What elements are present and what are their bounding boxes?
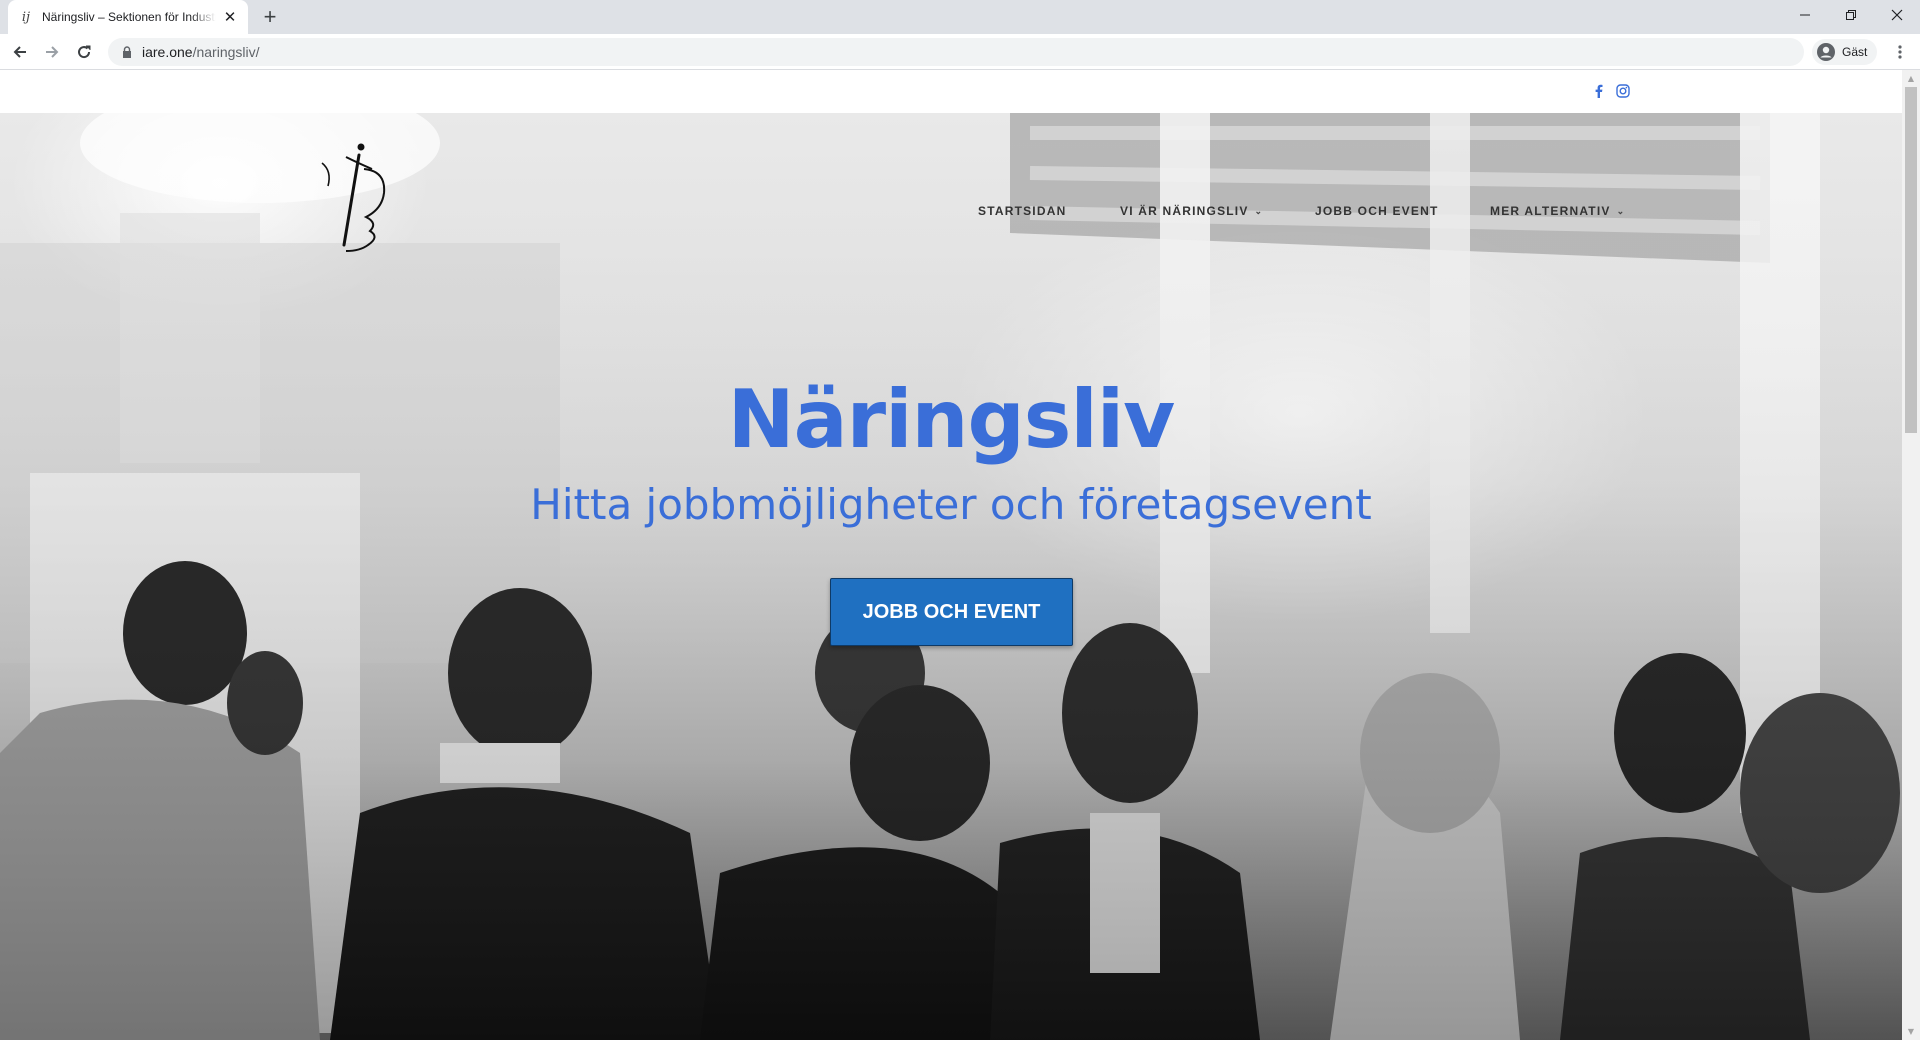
restore-icon (1846, 10, 1856, 20)
window-restore-button[interactable] (1828, 0, 1874, 30)
url-host: iare.one (142, 44, 193, 60)
url-path: /naringsliv/ (192, 44, 260, 60)
nav-item-label: STARTSIDAN (978, 204, 1067, 218)
lock-icon (120, 45, 134, 59)
site-favicon-icon: ij (21, 9, 31, 25)
vertical-scrollbar[interactable]: ▲ ▼ (1902, 70, 1920, 1040)
url-text: iare.one/naringsliv/ (142, 44, 260, 60)
chevron-down-icon: ⌄ (1254, 205, 1264, 216)
hero-section: STARTSIDAN VI ÄR NÄRINGSLIV ⌄ JOBB OCH E… (0, 113, 1902, 1040)
browser-toolbar: iare.one/naringsliv/ Gäst (0, 34, 1920, 70)
nav-item-vi-ar-naringsliv[interactable]: VI ÄR NÄRINGSLIV ⌄ (1120, 201, 1263, 221)
scroll-up-arrow-icon[interactable]: ▲ (1902, 70, 1920, 87)
jobb-och-event-button[interactable]: JOBB OCH EVENT (830, 578, 1073, 646)
new-tab-button[interactable]: + (258, 4, 282, 29)
site-logo[interactable] (318, 141, 390, 259)
browser-menu-button[interactable] (1888, 40, 1912, 64)
minimize-icon (1800, 14, 1810, 16)
chevron-down-icon: ⌄ (1616, 205, 1626, 216)
nav-item-mer-alternativ[interactable]: MER ALTERNATIV ⌄ (1490, 201, 1625, 221)
profile-button[interactable]: Gäst (1812, 39, 1878, 65)
more-vertical-icon (1898, 45, 1902, 59)
nav-item-label: MER ALTERNATIV (1490, 204, 1611, 218)
scroll-down-arrow-icon[interactable]: ▼ (1902, 1023, 1920, 1040)
nav-item-label: VI ÄR NÄRINGSLIV (1120, 204, 1249, 218)
window-close-button[interactable] (1874, 0, 1920, 30)
arrow-left-icon (13, 46, 26, 58)
nav-item-jobb-och-event[interactable]: JOBB OCH EVENT (1315, 201, 1438, 221)
tab-close-icon[interactable]: ✕ (222, 8, 238, 26)
close-icon (1891, 9, 1903, 21)
window-minimize-button[interactable] (1782, 0, 1828, 30)
arrow-right-icon (46, 46, 59, 58)
scrollbar-thumb[interactable] (1905, 87, 1917, 433)
nav-item-label: JOBB OCH EVENT (1315, 204, 1439, 218)
page-viewport: STARTSIDAN VI ÄR NÄRINGSLIV ⌄ JOBB OCH E… (0, 70, 1920, 1040)
facebook-link[interactable] (1590, 83, 1606, 99)
hero-title: Näringsliv (727, 373, 1176, 466)
nav-item-startsidan[interactable]: STARTSIDAN (978, 201, 1066, 221)
back-button[interactable] (8, 40, 32, 64)
instagram-icon (1616, 84, 1630, 98)
reload-button[interactable] (72, 40, 96, 64)
hero-subtitle: Hitta jobbmöjligheter och företagsevent (530, 480, 1372, 529)
guest-avatar-icon (1817, 43, 1835, 61)
tab-title: Näringsliv – Sektionen för Industriell A… (42, 10, 216, 24)
address-bar[interactable]: iare.one/naringsliv/ (108, 38, 1804, 66)
tab-strip: ij Näringsliv – Sektionen för Industriel… (0, 0, 1920, 34)
hero-background-image (0, 113, 1902, 1040)
reload-icon (78, 45, 91, 59)
browser-tab[interactable]: ij Näringsliv – Sektionen för Industriel… (8, 0, 248, 34)
profile-name: Gäst (1842, 45, 1868, 59)
site-topbar (0, 70, 1902, 113)
forward-button[interactable] (40, 40, 64, 64)
instagram-link[interactable] (1615, 83, 1631, 99)
facebook-icon (1595, 84, 1602, 98)
